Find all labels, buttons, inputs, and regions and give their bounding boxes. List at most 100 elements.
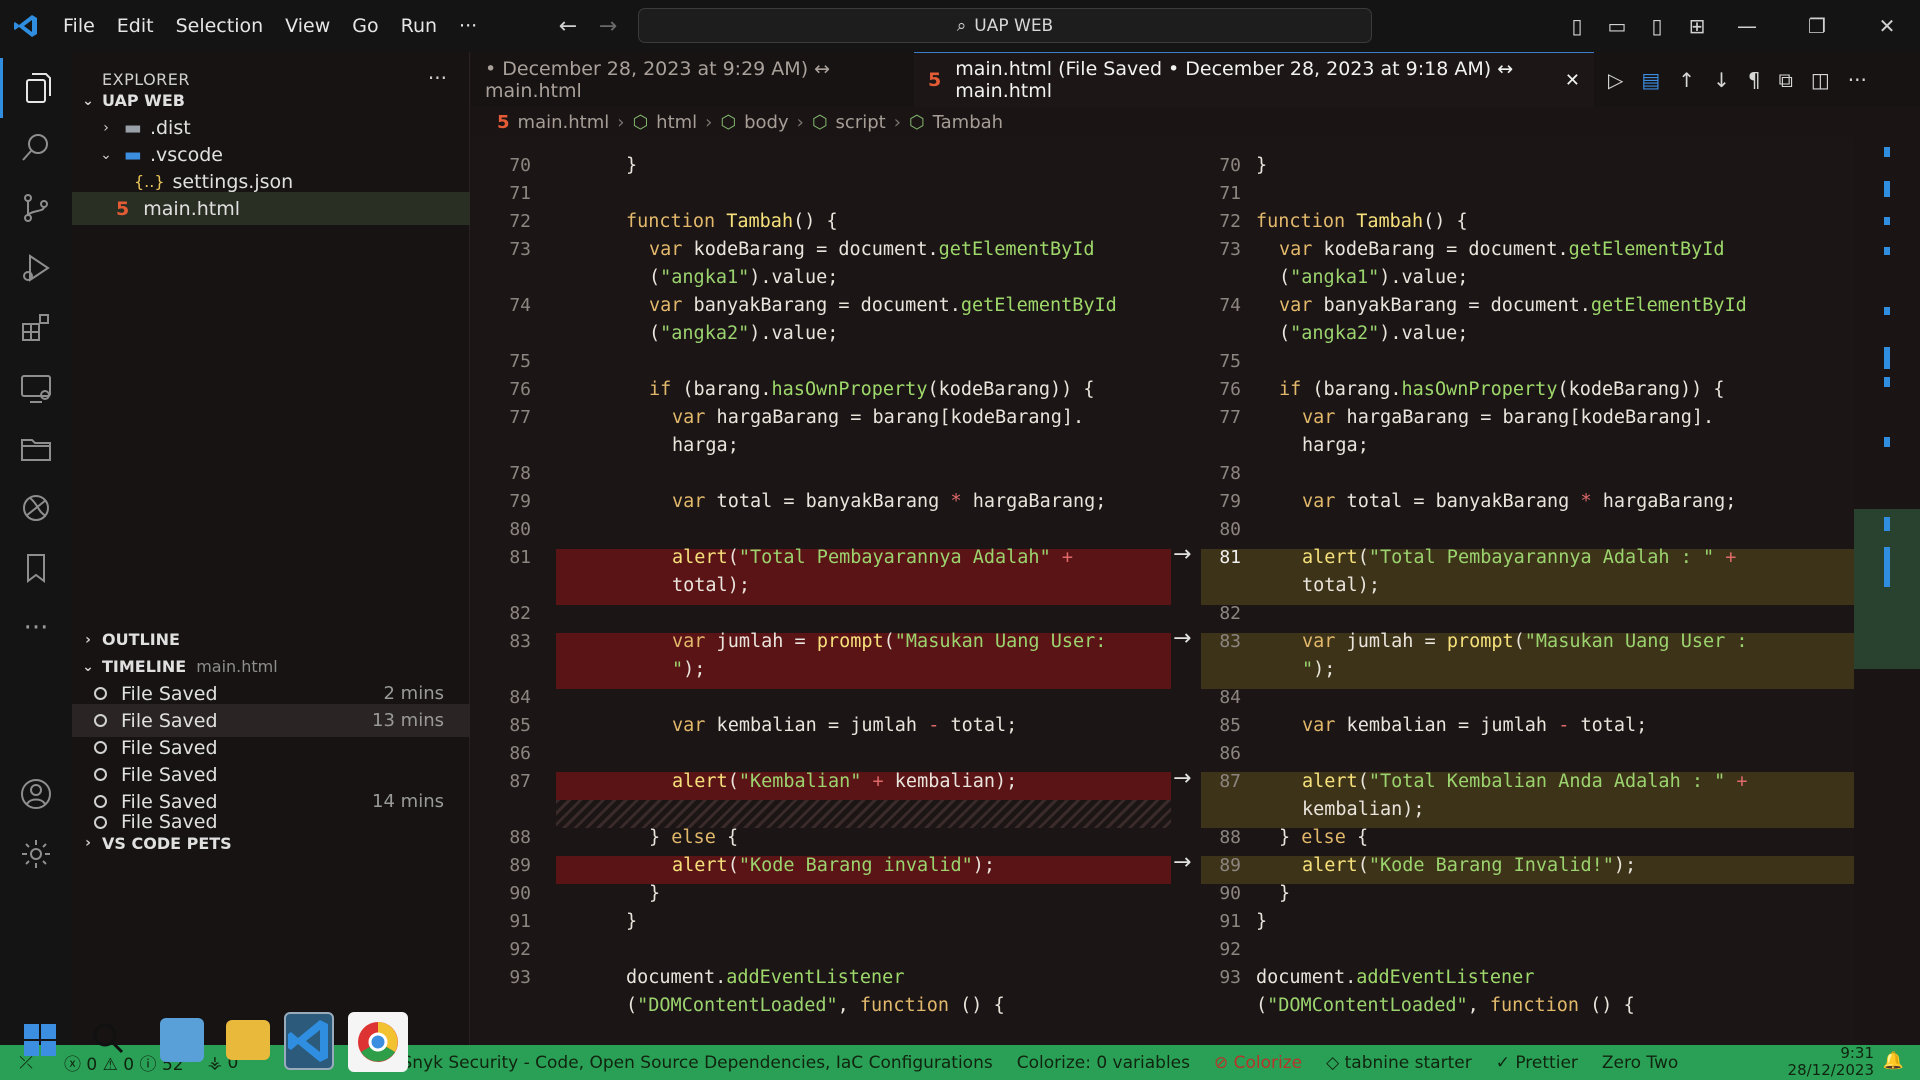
close-window-button[interactable]: ✕ (1862, 0, 1912, 52)
revert-change-arrow-icon[interactable]: → (1173, 626, 1191, 651)
menu-view[interactable]: View (274, 0, 341, 52)
timeline-label: TIMELINE (102, 657, 187, 676)
run-icon[interactable]: ▷ (1608, 68, 1623, 92)
timeline-file: main.html (196, 657, 278, 676)
timeline-item-label: File Saved (121, 790, 218, 813)
chevron-right-icon: › (103, 119, 109, 136)
timeline-item-label: File Saved (121, 736, 218, 759)
html-file-icon: 5 (928, 69, 942, 91)
revert-change-arrow-icon[interactable]: → (1173, 542, 1191, 567)
html-file-icon: 5 (116, 197, 130, 220)
colorize-variables-status[interactable]: Colorize: 0 variables (1005, 1053, 1202, 1073)
info-icon: ⓘ (139, 1055, 157, 1075)
snyk-status[interactable]: Snyk Security - Code, Open Source Depend… (390, 1053, 1005, 1073)
json-file-icon: {..} (134, 172, 165, 191)
menu-selection[interactable]: Selection (165, 0, 275, 52)
forward-arrow-icon[interactable]: → (588, 14, 628, 39)
tree-item-label: .dist (149, 116, 191, 139)
previous-change-icon[interactable]: ↑ (1678, 68, 1695, 92)
chevron-right-icon: › (85, 631, 91, 648)
editor-tabs: • December 28, 2023 at 9:29 AM) ↔ main.h… (471, 52, 1920, 107)
vscode-taskbar-icon[interactable] (284, 1012, 334, 1070)
breadcrumb: 5 main.html › ⬡ html › ⬡ body › ⬡ script… (471, 107, 1920, 137)
chevron-right-icon: › (85, 835, 91, 851)
timeline-item-time: 2 mins (383, 683, 445, 704)
back-arrow-icon[interactable]: ← (548, 14, 588, 39)
tree-item-main-html[interactable]: 5 main.html (72, 192, 470, 225)
radio-tower-icon: ⚶ (207, 1052, 223, 1073)
breadcrumb-item[interactable]: html (656, 112, 697, 133)
chevron-down-icon: ⌄ (82, 92, 94, 109)
command-center[interactable]: ⌕ UAP WEB (638, 8, 1372, 43)
revert-change-arrow-icon[interactable]: → (1173, 766, 1191, 791)
overview-ruler[interactable] (1854, 137, 1920, 1045)
restore-button[interactable]: ❐ (1792, 0, 1842, 52)
taskbar-search-icon[interactable] (90, 1020, 130, 1060)
windows-start-icon[interactable] (20, 1020, 80, 1070)
menu-file[interactable]: File (52, 0, 106, 52)
timeline-item-time: 14 mins (372, 791, 444, 812)
chevron-right-icon: › (617, 111, 625, 133)
customize-layout-icon[interactable]: ⊞ (1672, 0, 1722, 52)
diff-modified-pane[interactable]: 70 71 72 73 74 75 76 77 78 79 80 81 82 8… (1201, 137, 1901, 1045)
check-double-icon: ✓ (1495, 1052, 1510, 1073)
circle-icon (94, 687, 107, 700)
clock: 9:31 28/12/2023 (1776, 1045, 1886, 1079)
open-file-icon[interactable]: ▤ (1641, 68, 1660, 92)
html-file-icon: 5 (497, 111, 510, 133)
title-bar: File Edit Selection View Go Run ··· ← → … (0, 0, 1920, 52)
menu-go[interactable]: Go (341, 0, 389, 52)
tab-diff-active[interactable]: 5 main.html (File Saved • December 28, 2… (914, 52, 1594, 107)
close-tab-icon[interactable]: ✕ (1565, 70, 1580, 91)
tree-item-label: .vscode (149, 143, 223, 166)
more-actions-icon[interactable]: ··· (1848, 68, 1867, 92)
circle-icon (94, 795, 107, 808)
prettier-label: Prettier (1515, 1052, 1578, 1073)
chevron-right-icon: › (705, 111, 713, 133)
timeline-item-label: File Saved (121, 763, 218, 786)
diff-original-pane[interactable]: 70 71 72 73 74 75 76 77 78 79 80 81 82 8… (471, 137, 1171, 1045)
circle-icon (94, 741, 107, 754)
clock-date: 28/12/2023 (1787, 1061, 1874, 1079)
menu-edit[interactable]: Edit (106, 0, 165, 52)
show-whitespace-icon[interactable]: ¶ (1748, 68, 1761, 92)
timeline-item-label: File Saved (121, 812, 218, 832)
task-view-icon[interactable] (160, 1018, 204, 1062)
split-editor-icon[interactable]: ◫ (1811, 68, 1830, 92)
revert-change-arrow-icon[interactable]: → (1173, 850, 1191, 875)
prettier-status[interactable]: ✓ Prettier (1484, 1053, 1590, 1073)
vscode-pets-label: VS CODE PETS (102, 833, 232, 853)
menu-more[interactable]: ··· (448, 0, 488, 52)
timeline-item-label: File Saved (121, 682, 218, 705)
breadcrumb-item[interactable]: main.html (518, 112, 610, 133)
colorize-status[interactable]: ⊘ Colorize (1202, 1053, 1314, 1073)
element-icon: ⬡ (908, 111, 925, 133)
file-explorer-icon[interactable] (226, 1020, 270, 1060)
theme-status[interactable]: Zero Two (1590, 1053, 1690, 1073)
chevron-right-icon: › (893, 111, 901, 133)
circle-icon (94, 815, 107, 829)
tabnine-status[interactable]: ◇ tabnine starter (1314, 1053, 1484, 1073)
vscode-pets-section[interactable]: › VS CODE PETS (72, 830, 470, 856)
colorize-label: Colorize (1233, 1052, 1303, 1073)
settings-gear-icon[interactable] (0, 818, 72, 890)
minimize-button[interactable]: — (1722, 0, 1772, 52)
workspace-name: UAP WEB (102, 91, 185, 110)
menu-run[interactable]: Run (390, 0, 448, 52)
open-changes-map-icon[interactable]: ⧉ (1779, 68, 1793, 92)
chrome-taskbar-icon[interactable] (348, 1012, 408, 1072)
next-change-icon[interactable]: ↓ (1713, 68, 1730, 92)
element-icon: ⬡ (811, 111, 828, 133)
outline-label: OUTLINE (102, 630, 180, 649)
breadcrumb-item[interactable]: body (744, 112, 789, 133)
timeline-item[interactable]: File Saved (72, 812, 470, 832)
timeline-item-label: File Saved (121, 709, 218, 732)
tab-diff-previous[interactable]: • December 28, 2023 at 9:29 AM) ↔ main.h… (471, 52, 914, 107)
command-center-label: UAP WEB (974, 15, 1054, 36)
notifications-bell-icon[interactable]: 🔔 (1871, 1051, 1916, 1071)
diff-editor[interactable]: 70 71 72 73 74 75 76 77 78 79 80 81 82 8… (471, 137, 1920, 1045)
scrollbar-thumb[interactable] (1854, 509, 1920, 669)
breadcrumb-item[interactable]: Tambah (933, 112, 1003, 133)
breadcrumb-item[interactable]: script (836, 112, 886, 133)
more-views-icon[interactable]: ··· (0, 592, 72, 664)
